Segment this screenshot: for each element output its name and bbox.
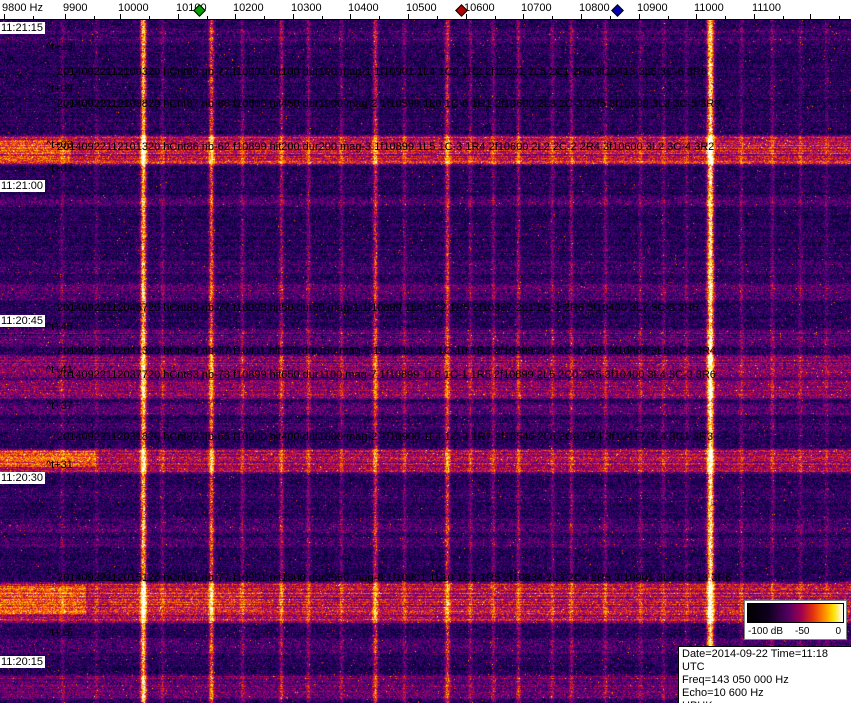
time-label: 11:21:00	[0, 180, 46, 192]
detection-log-line: 20140922112041320 hCnt84 nb-77 f10411 hi…	[57, 345, 716, 357]
radio-echo-monitor-window: 9800 Hz 9900 10000 10100 10200 10300 10400 1050…	[0, 0, 851, 703]
time-label: 11:20:30	[0, 472, 46, 484]
annotation-layer: 11:21:15 11:21:00 11:20:45 11:20:30 11:20:15…	[0, 0, 851, 703]
detection-log-line: 20140922112045720 hCnt85 nb-77 f10393 hi…	[57, 302, 699, 314]
info-frequency-line: Freq=143 050 000 Hz	[682, 674, 789, 686]
db-max-label: 0	[835, 626, 841, 637]
event-time-marker: ^t+31	[46, 459, 73, 471]
time-label: 11:20:15	[0, 656, 46, 668]
station-info-box: Date=2014-09-22 Time=11:18 UTC Freq=143 …	[678, 646, 851, 703]
detection-log-line: 20140922112031820 hCnt82 nb-65 f10900 hi…	[57, 431, 714, 443]
detection-log-line: 20140922112101320 hCnt86 nb-62 f10899 hi…	[57, 141, 715, 153]
db-mid-label: -50	[795, 626, 810, 637]
detection-log-line: 20140922112015120 hCnt81 nb-77 f10901 hi…	[57, 572, 732, 584]
event-time-marker: ^t+15	[46, 627, 73, 639]
info-echo-line: Echo=10 600 Hz	[682, 687, 764, 699]
time-label: 11:21:15	[0, 22, 46, 34]
event-time-marker: ^t+09	[46, 83, 73, 95]
colormap-gradient	[747, 603, 844, 623]
db-color-scale: -100 dB -50 0	[744, 600, 847, 640]
info-date-time-line: Date=2014-09-22 Time=11:18 UTC	[682, 648, 828, 673]
event-time-marker: ^t+45	[46, 321, 73, 333]
time-label: 11:20:45	[0, 315, 46, 327]
event-time-marker: ^t+37	[46, 400, 73, 412]
db-min-label: -100 dB	[748, 626, 784, 637]
detection-log-line: 20140922112103820 hCnt87 nb-66 f10600 hi…	[57, 98, 721, 110]
detection-log-line: 20140922112037720 hCnt83 nb-73 f10899 hi…	[57, 369, 716, 381]
event-time-marker: ^t+13	[46, 41, 73, 53]
event-time-marker: ^t+01	[46, 163, 73, 175]
detection-log-line: 20140922112109320 hCnt88 nb-77 f10901 hi…	[57, 66, 707, 78]
db-scale-labels: -100 dB -50 0	[745, 625, 846, 639]
